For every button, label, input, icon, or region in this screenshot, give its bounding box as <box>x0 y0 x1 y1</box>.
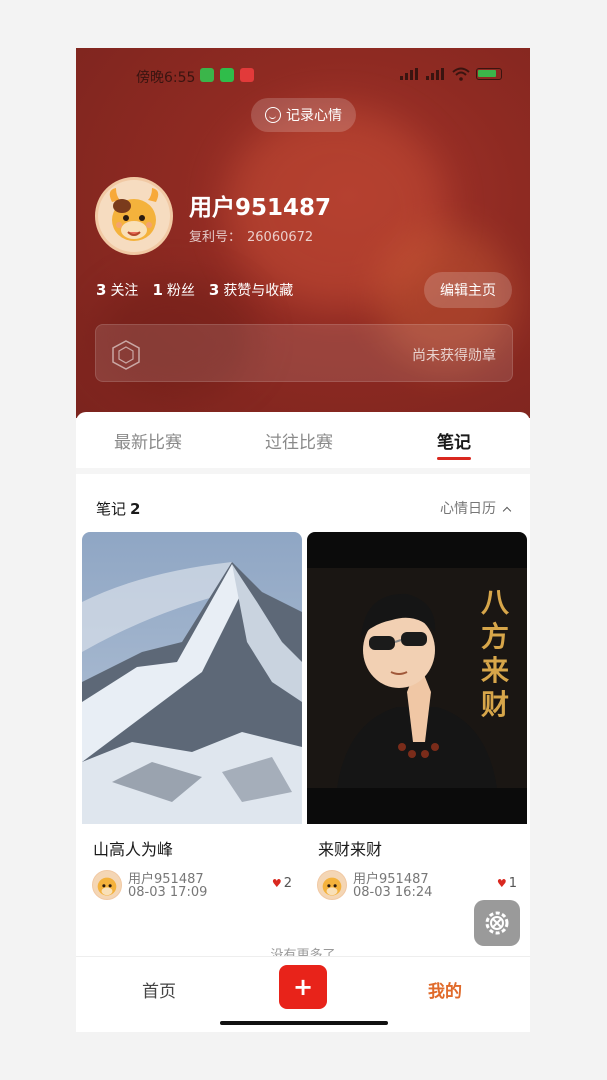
medal-bar[interactable]: 尚未获得勋章 <box>95 324 513 382</box>
avatar[interactable] <box>95 177 173 255</box>
signal-icon <box>400 68 420 80</box>
note-date: 08-03 17:09 <box>128 885 208 900</box>
notes-title: 笔记 <box>96 500 127 518</box>
profile-header: 傍晚6:55 记录心情 用户951487 复利号： 26060672 3 关注 … <box>76 48 530 418</box>
medal-status-text: 尚未获得勋章 <box>412 348 496 364</box>
status-right <box>400 67 502 81</box>
author-avatar <box>92 870 122 900</box>
user-id-label: 复利号： <box>189 230 242 245</box>
ox-mascot-icon <box>98 180 170 252</box>
like-count[interactable]: ♥ 2 <box>272 876 292 891</box>
record-mood-label: 记录心情 <box>286 108 342 124</box>
note-card[interactable]: 山高人为峰 用户951487 08-03 17:09 ♥ 2 <box>82 532 302 900</box>
mood-calendar-label: 心情日历 <box>440 501 496 517</box>
battery-icon <box>476 68 502 80</box>
status-bar: 傍晚6:55 <box>76 48 530 102</box>
stat-label: 关注 <box>110 283 139 299</box>
like-value: 1 <box>508 876 517 891</box>
wechat-icon <box>220 68 234 82</box>
stat-likes-collects[interactable]: 3 获赞与收藏 <box>209 280 293 300</box>
add-post-button[interactable]: + <box>279 965 327 1009</box>
profile-stats: 3 关注 1 粉丝 3 获赞与收藏 <box>96 280 293 300</box>
stat-count: 3 <box>96 281 107 299</box>
tab-past-contest[interactable]: 过往比赛 <box>265 428 333 453</box>
ox-mascot-icon <box>97 877 117 896</box>
tab-bar: 最新比赛 过往比赛 笔记 <box>76 412 530 468</box>
app-screen: 傍晚6:55 记录心情 用户951487 复利号： 26060672 3 关注 … <box>76 48 530 1032</box>
note-meta: 用户951487 08-03 16:24 ♥ 1 <box>317 870 517 904</box>
like-count[interactable]: ♥ 1 <box>497 876 517 891</box>
note-meta: 用户951487 08-03 17:09 ♥ 2 <box>92 870 292 904</box>
record-mood-button[interactable]: 记录心情 <box>251 98 356 132</box>
notification-icon <box>240 68 254 82</box>
user-id: 复利号： 26060672 <box>189 226 313 245</box>
tab-latest-contest[interactable]: 最新比赛 <box>114 428 182 453</box>
username: 用户951487 <box>189 195 332 221</box>
heart-icon: ♥ <box>271 877 282 890</box>
chevron-up-icon <box>502 506 512 516</box>
note-date: 08-03 16:24 <box>353 885 433 900</box>
notes-section: 笔记 2 心情日历 山高人为峰 用户951487 08-03 17:09 ♥ 2… <box>76 474 530 964</box>
stat-label: 获赞与收藏 <box>223 283 294 299</box>
stat-following[interactable]: 3 关注 <box>96 280 138 300</box>
stat-count: 1 <box>152 281 163 299</box>
poster-char: 来 <box>481 654 509 687</box>
like-value: 2 <box>283 876 292 891</box>
stat-count: 3 <box>208 281 220 299</box>
mood-calendar-toggle[interactable]: 心情日历 <box>440 498 512 518</box>
tab-notes[interactable]: 笔记 <box>437 428 471 460</box>
notes-heading: 笔记 2 <box>96 498 140 519</box>
poster-char: 八 <box>481 586 510 619</box>
home-indicator[interactable] <box>220 1021 388 1025</box>
note-image-cartoon: 八 方 来 财 <box>307 532 527 824</box>
poster-char: 财 <box>481 688 509 721</box>
heart-icon: ♥ <box>496 877 507 890</box>
nav-home[interactable]: 首页 <box>142 977 176 1002</box>
medal-hexagon-icon <box>112 340 140 370</box>
stat-followers[interactable]: 1 粉丝 <box>152 280 194 300</box>
ox-mascot-icon <box>322 877 342 896</box>
smile-icon <box>265 107 281 123</box>
notes-count: 2 <box>130 500 141 518</box>
gear-icon <box>485 911 509 935</box>
note-image-mountain <box>82 532 302 824</box>
app-notification-icon <box>200 68 214 82</box>
author-avatar <box>317 870 347 900</box>
note-card[interactable]: 八 方 来 财 来财来财 用户951487 08-03 16:24 ♥ 1 <box>307 532 527 900</box>
floating-settings-button[interactable] <box>474 900 520 946</box>
signal-icon-2 <box>426 68 446 80</box>
stat-label: 粉丝 <box>166 283 195 299</box>
edit-profile-button[interactable]: 编辑主页 <box>424 272 512 308</box>
status-time: 傍晚6:55 <box>136 70 196 86</box>
user-id-value: 26060672 <box>247 230 314 245</box>
note-title: 来财来财 <box>318 840 383 859</box>
poster-char: 方 <box>481 620 509 653</box>
note-title: 山高人为峰 <box>93 840 174 859</box>
nav-mine[interactable]: 我的 <box>428 977 462 1002</box>
wifi-icon <box>452 67 470 81</box>
